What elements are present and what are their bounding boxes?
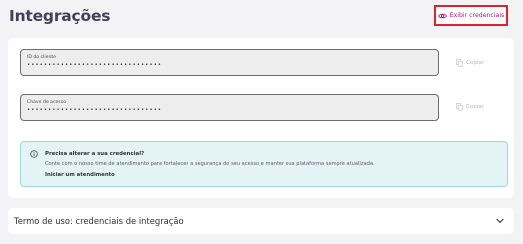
access-key-label: Chave de acesso: [27, 100, 66, 105]
info-icon: [30, 150, 38, 158]
start-support-link[interactable]: Iniciar um atendimento: [45, 172, 115, 178]
chevron-down-icon: [496, 218, 504, 224]
credentials-card: ID do cliente ••••••••••••••••••••••••••…: [8, 38, 514, 198]
client-id-label: ID do cliente: [27, 55, 56, 60]
copy-label: Copiar: [466, 104, 485, 110]
client-id-value: ••••••••••••••••••••••••••••••••: [27, 62, 163, 68]
terms-accordion[interactable]: Termo de uso: credenciais de integração: [8, 208, 514, 234]
credential-change-notice: Precisa alterar a sua credencial? Conte …: [20, 141, 508, 187]
show-credentials-label: Exibir credenciais: [449, 12, 505, 19]
copy-access-key-button[interactable]: Copiar: [456, 103, 484, 111]
terms-title: Termo de uso: credenciais de integração: [14, 216, 184, 226]
copy-icon: [456, 59, 463, 67]
access-key-value: ••••••••••••••••••••••••••••••••: [27, 107, 163, 113]
eye-icon: [437, 13, 447, 18]
copy-client-id-button[interactable]: Copiar: [456, 59, 484, 67]
copy-label: Copiar: [466, 60, 485, 66]
copy-icon: [456, 103, 463, 111]
notice-text: Conte com o nosso time de atendimento pa…: [45, 161, 375, 167]
notice-title: Precisa alterar a sua credencial?: [45, 151, 145, 157]
access-key-field[interactable]: Chave de acesso ••••••••••••••••••••••••…: [20, 94, 439, 121]
show-credentials-button[interactable]: Exibir credenciais: [434, 5, 508, 26]
client-id-field[interactable]: ID do cliente ••••••••••••••••••••••••••…: [20, 49, 439, 76]
page-title: Integrações: [9, 7, 111, 25]
